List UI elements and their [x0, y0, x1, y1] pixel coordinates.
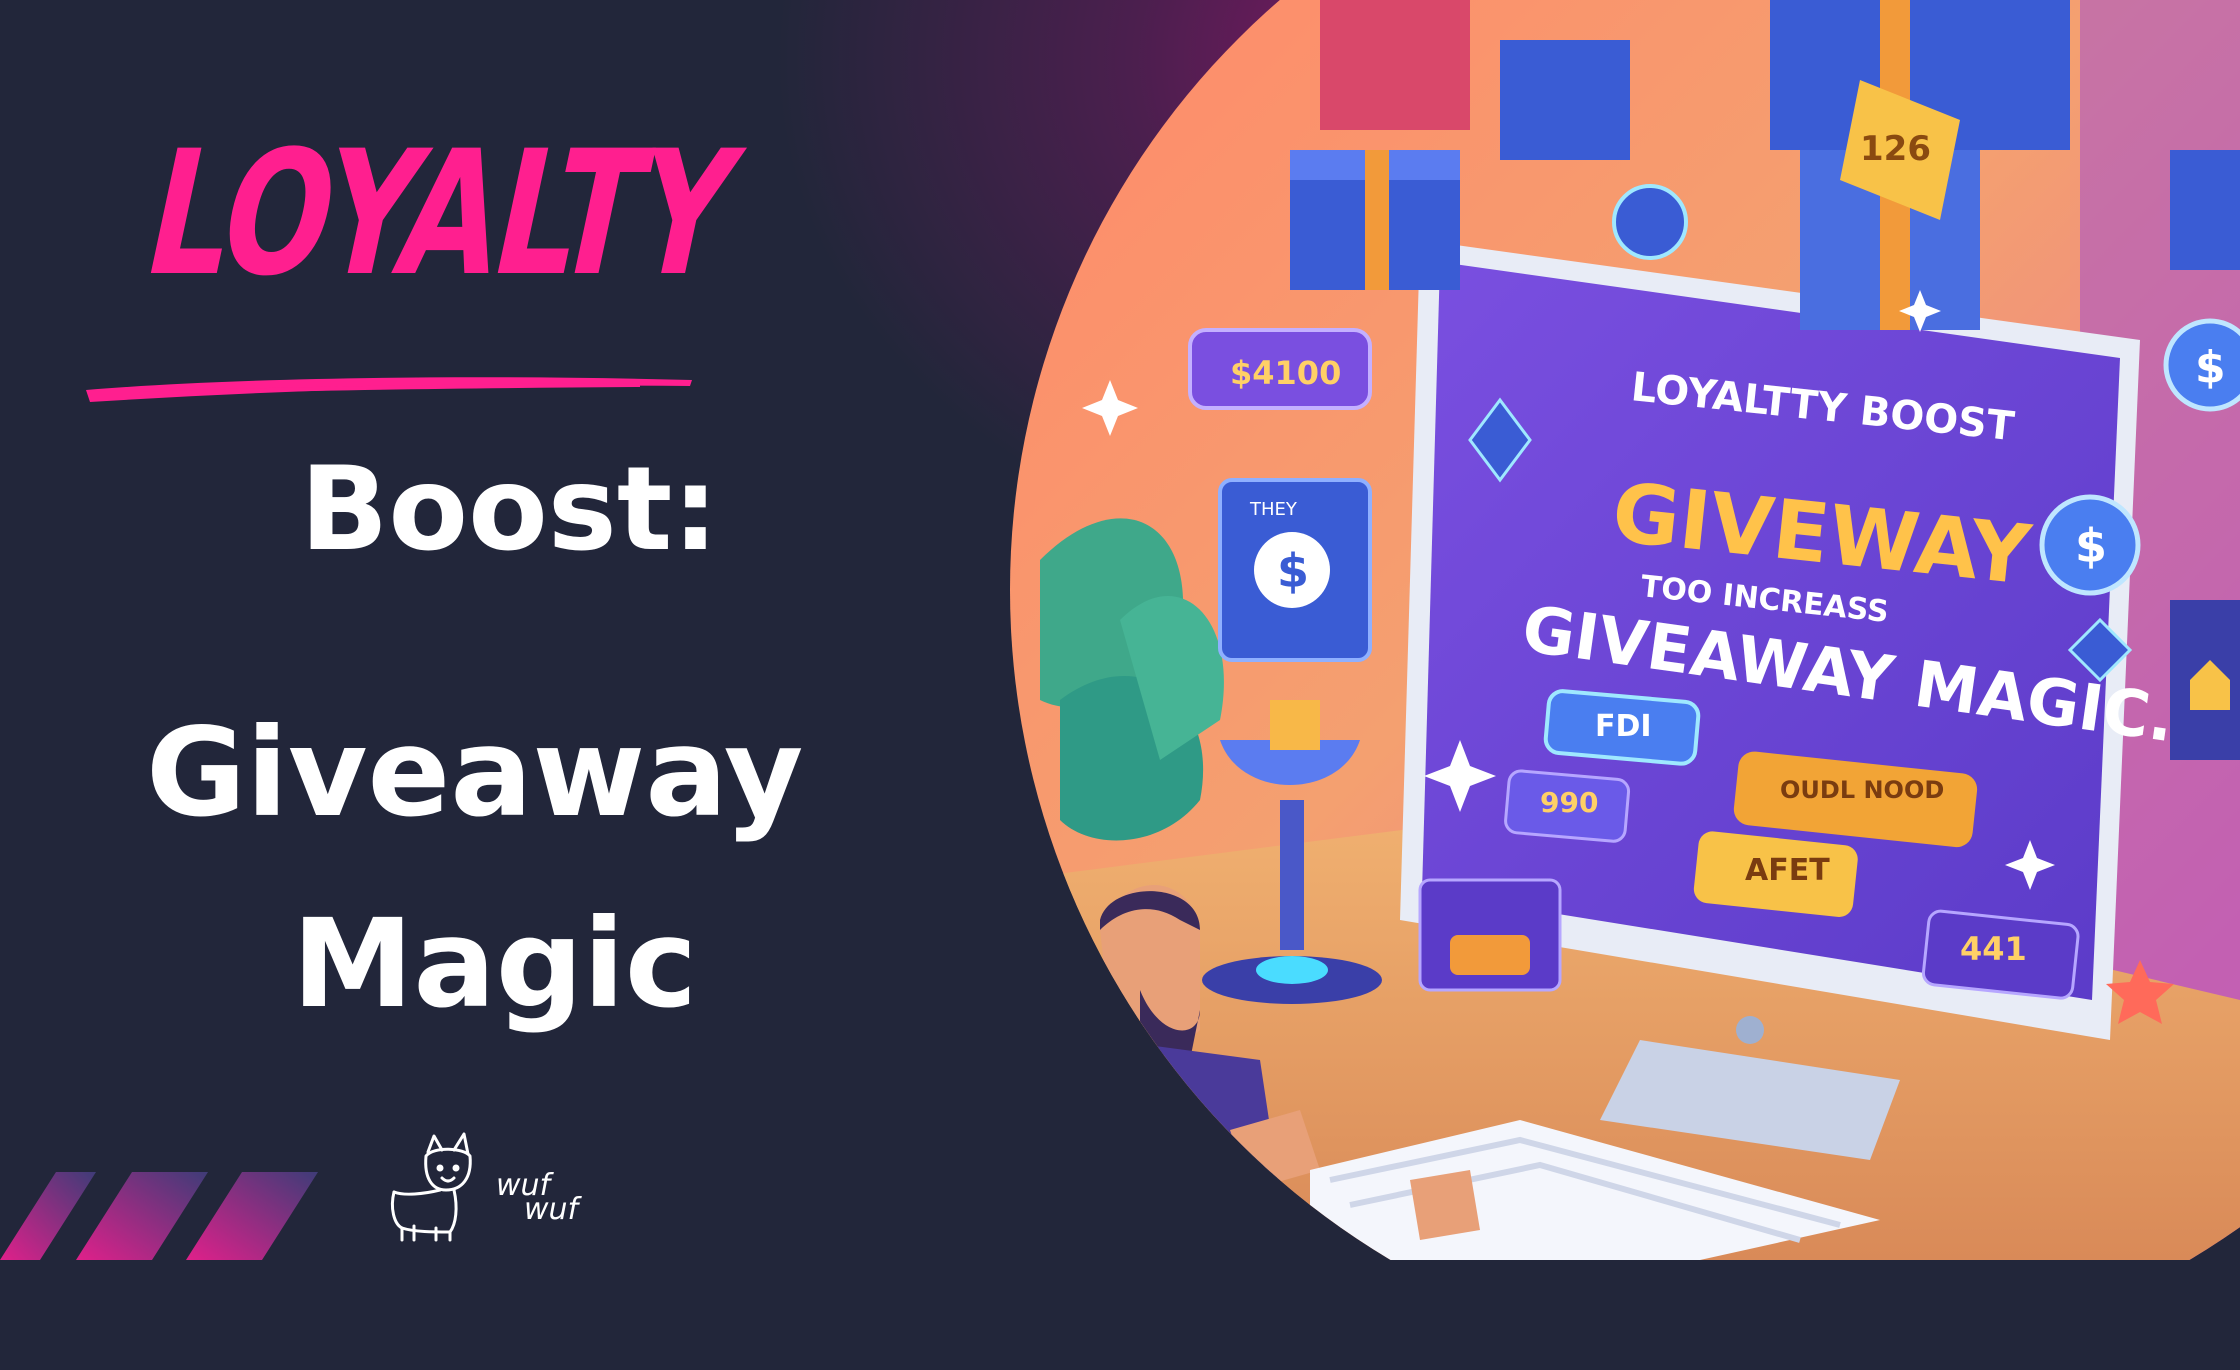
svg-text:$4100: $4100 [1230, 354, 1341, 392]
svg-text:FDI: FDI [1595, 709, 1652, 744]
screen-button-fdi: FDI [1543, 689, 1701, 766]
headline-boost: Boost: [300, 442, 719, 577]
headline-loyalty: LOYALTY [130, 113, 751, 314]
price-tag: $4100 [1188, 328, 1372, 410]
svg-text:990: 990 [1540, 786, 1598, 819]
svg-text:OUDL NOOD: OUDL NOOD [1780, 776, 1944, 804]
svg-text:THEY: THEY [1249, 499, 1298, 520]
hero-illustration: LOYALTTY BOOST GIVEWAY TOO INCREASS GIVE… [1010, 0, 2240, 1370]
wallet-card: THEY $ [1218, 478, 1372, 662]
desk-tag [1418, 878, 1562, 992]
gift-tag-126: 126 [1860, 129, 1931, 169]
brand-logo: wuf wuf [384, 1128, 578, 1252]
svg-text:441: 441 [1960, 930, 2027, 968]
svg-text:$: $ [2075, 519, 2107, 573]
headline-magic: Magic [292, 893, 698, 1035]
dog-icon [390, 1132, 472, 1242]
screen-button-990: 990 [1504, 769, 1631, 843]
svg-text:AFET: AFET [1745, 853, 1830, 888]
dollar-icon: $ [1277, 544, 1309, 598]
screen-button-441: 441 [1921, 909, 2080, 1000]
chevron-decoration [0, 1172, 318, 1260]
logo-text-line2: wuf [524, 1192, 579, 1227]
svg-text:$: $ [2195, 342, 2226, 393]
headline-giveaway: Giveaway [146, 702, 804, 844]
illustration-scene: LOYALTTY BOOST GIVEWAY TOO INCREASS GIVE… [1010, 0, 2240, 1260]
brush-underline [86, 377, 692, 402]
